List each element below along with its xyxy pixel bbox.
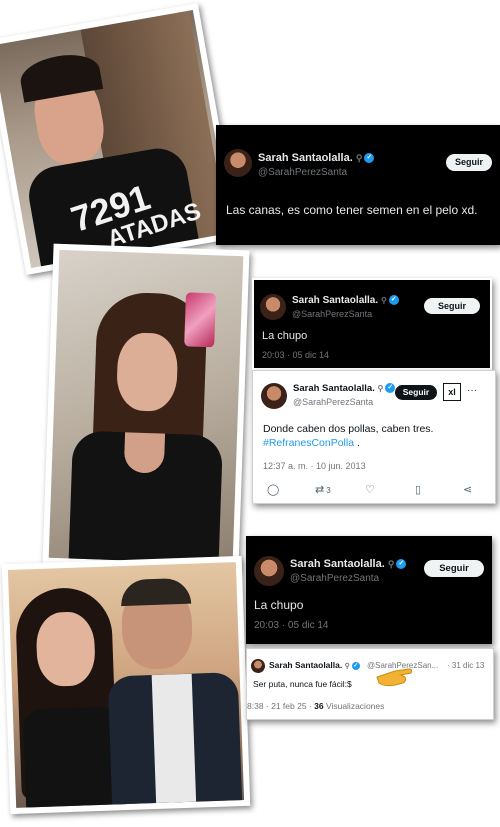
author-handle: @SarahPerezSanta: [292, 309, 373, 319]
bookmark-icon[interactable]: ▯: [415, 483, 421, 496]
author-name: Sarah Santaolalla. ⚲ ✓: [292, 295, 399, 306]
tweet-text: Las canas, es como tener semen en el pel…: [226, 203, 478, 217]
verified-icon: ✓: [364, 153, 375, 164]
follow-button[interactable]: Seguir: [446, 154, 492, 171]
retweet-icon[interactable]: ⇄ 3: [315, 483, 331, 496]
verified-icon: ✓: [388, 295, 399, 306]
author-handle: @SarahPerezSanta: [293, 397, 374, 407]
author-handle: @SarahPerezSanta: [290, 573, 380, 584]
tweet-time: 12:37 a. m. · 10 jun. 2013: [263, 461, 366, 471]
tweet-time: 20:03 · 05 dic 14: [262, 350, 330, 360]
tweet-text: La chupo: [254, 598, 304, 612]
tweet-text: Ser puta, nunca fue fácil:$: [253, 679, 352, 689]
tweet-footer: 8:38 · 21 feb 25 · 36 Visualizaciones: [247, 701, 385, 711]
avatar: [224, 149, 252, 177]
follow-button[interactable]: Seguir: [395, 385, 437, 400]
tweet-text: Donde caben dos pollas, caben tres.: [263, 423, 434, 435]
action-bar: ◯ ⇄ 3 ♡ ▯ ⋖: [253, 483, 495, 499]
tweet-card-la-chupo-2: Sarah Santaolalla. ⚲ ✓ @SarahPerezSanta S…: [246, 536, 492, 644]
tweet-card-la-chupo-1: Sarah Santaolalla. ⚲ ✓ @SarahPerezSanta S…: [252, 278, 492, 370]
pin-icon: ⚲: [380, 296, 387, 305]
photo-couple: [1, 555, 251, 815]
tweet-card-refranes: Sarah Santaolalla. ⚲ ✓ @SarahPerezSanta S…: [252, 370, 496, 504]
more-icon[interactable]: ···: [467, 385, 477, 396]
hashtag-link[interactable]: #RefranesConPolla: [263, 437, 354, 449]
tweet-time: 20:03 · 05 dic 14: [254, 620, 329, 631]
avatar: [261, 383, 287, 409]
pin-icon: ⚲: [355, 153, 363, 163]
author-name: Sarah Santaolalla. ⚲ ✓: [269, 660, 360, 670]
pin-icon: ⚲: [387, 559, 395, 569]
avatar: [260, 294, 286, 320]
verified-icon: ✓: [385, 383, 396, 394]
heart-icon[interactable]: ♡: [365, 483, 375, 496]
tweet-card-canas: Sarah Santaolalla. ⚲ ✓ @SarahPerezSanta S…: [216, 125, 500, 245]
verified-icon: ✓: [396, 559, 407, 570]
avatar: [251, 659, 265, 673]
author-name: Sarah Santaolalla. ⚲ ✓: [258, 152, 375, 164]
follow-button[interactable]: Seguir: [424, 298, 480, 314]
share-icon[interactable]: ⋖: [463, 483, 472, 496]
xl-badge: xl: [443, 383, 461, 401]
author-name: Sarah Santaolalla. ⚲ ✓: [290, 558, 407, 570]
photo-selfie-black-shirt: 7291 ATADAS: [0, 3, 240, 275]
pin-icon: ⚲: [344, 663, 350, 670]
pin-icon: ⚲: [377, 384, 384, 393]
tweet-text: La chupo: [262, 330, 308, 342]
pointing-hand-icon: [375, 665, 415, 689]
avatar: [254, 556, 284, 586]
tweet-card-ser-puta: Sarah Santaolalla. ⚲ ✓ @SarahPerezSan... …: [246, 648, 494, 720]
tweet-hashtag-line: #RefranesConPolla .: [263, 437, 360, 449]
verified-icon: ✓: [351, 661, 360, 670]
author-handle: @SarahPerezSanta: [258, 167, 348, 178]
photo-selfie-phone: [42, 243, 250, 571]
tweet-date: · 31 dic 13: [447, 661, 485, 670]
reply-icon[interactable]: ◯: [267, 483, 279, 496]
author-name: Sarah Santaolalla. ⚲ ✓: [293, 383, 396, 394]
follow-button[interactable]: Seguir: [424, 560, 484, 577]
